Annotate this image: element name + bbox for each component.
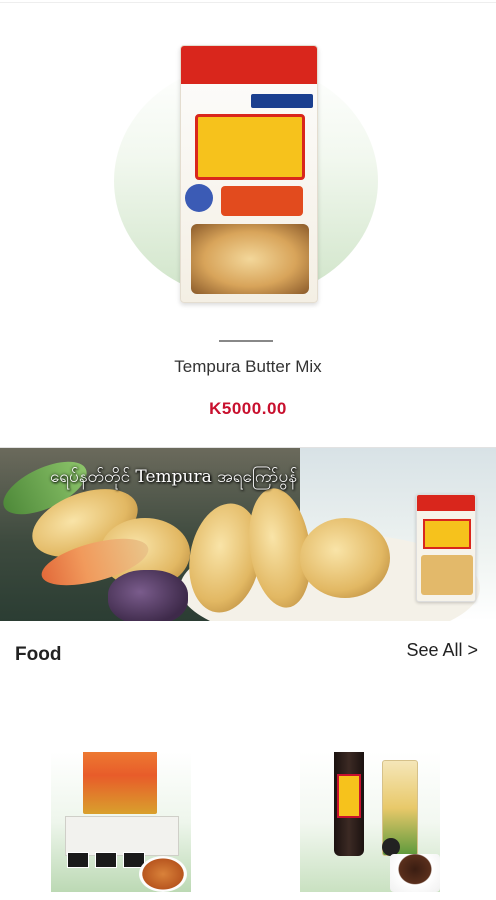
featured-product-card[interactable]: Tempura Butter Mix K5000.00 bbox=[0, 0, 496, 447]
app-screen: Tempura Butter Mix K5000.00 ရေပ်နတ်တိုင်… bbox=[0, 0, 496, 900]
food-section-header: Food See All > bbox=[0, 622, 496, 682]
banner-caption: ရေပ်နတ်တိုင် Tempura အရကြော်ပွန် bbox=[50, 467, 298, 487]
see-all-link[interactable]: See All > bbox=[406, 640, 478, 661]
product-name[interactable]: Tempura Butter Mix bbox=[0, 357, 496, 377]
banner-product-image bbox=[416, 494, 476, 602]
featured-product-image[interactable] bbox=[180, 45, 318, 303]
product-image bbox=[334, 752, 364, 856]
promo-banner[interactable]: ရေပ်နတ်တိုင် Tempura အရကြော်ပွန် bbox=[0, 448, 496, 621]
food-product-card[interactable] bbox=[300, 752, 440, 892]
product-image bbox=[83, 752, 157, 814]
product-price: K5000.00 bbox=[209, 399, 287, 418]
name-divider bbox=[219, 340, 273, 342]
section-title: Food bbox=[15, 644, 62, 665]
food-product-card[interactable] bbox=[51, 752, 191, 892]
top-divider bbox=[0, 2, 496, 3]
